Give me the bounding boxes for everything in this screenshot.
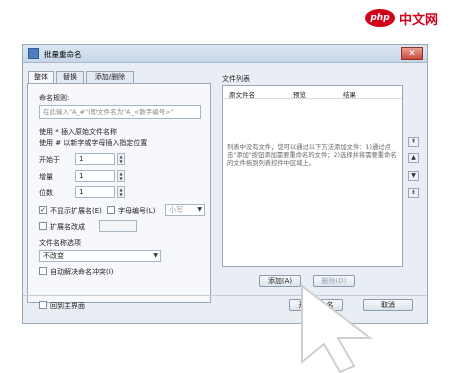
auto-resolve-checkbox[interactable] [39, 267, 47, 275]
watermark: php 中文网 [365, 6, 445, 30]
digits-input[interactable]: 1 [75, 186, 115, 198]
letter-case-select[interactable]: 小写 ▼ [165, 204, 205, 216]
filename-case-value: 不改变 [43, 252, 64, 260]
start-input[interactable]: 1 [75, 153, 115, 165]
watermark-logo: php [365, 9, 395, 27]
start-stepper[interactable]: ▲ ▼ [117, 153, 125, 165]
extension-input[interactable] [99, 220, 137, 232]
file-list-title: 文件列表 [222, 75, 250, 83]
move-top-button[interactable]: ⇞ [408, 137, 419, 147]
mouse-pointer-icon [301, 283, 373, 373]
digits-stepper[interactable]: ▲ ▼ [117, 186, 125, 198]
empty-list-hint: 列表中没有文件，您可以通过以下方法添加文件：1)通过点击"添加"按钮添加需要重命… [227, 144, 397, 167]
filename-case-select[interactable]: 不改变 ▼ [39, 250, 161, 262]
letter-numbering-checkbox[interactable] [107, 206, 115, 214]
down-arrow-icon[interactable]: ▼ [118, 159, 124, 164]
extension-label: 扩展名改成 [50, 223, 85, 231]
window-title: 批量重命名 [44, 50, 82, 59]
letter-numbering-label: 字母编号(L) [118, 207, 156, 215]
keep-ext-checkbox[interactable]: ✓ [39, 206, 47, 214]
usage-star-text: 使用 * 插入原始文件名称 [39, 128, 117, 136]
tab-replace[interactable]: 替换 [56, 71, 84, 83]
chevron-down-icon: ▼ [153, 252, 158, 259]
increment-label: 增量 [39, 173, 53, 181]
close-button[interactable]: ✕ [401, 47, 423, 60]
return-main-checkbox[interactable] [39, 301, 47, 309]
rename-rule-input[interactable]: 在此输入"A_#"(即文件名为"A_<数字编号>" [39, 105, 201, 119]
auto-resolve-label: 自动解决命名冲突(I) [50, 268, 114, 276]
tab-add-delete[interactable]: 添加/删除 [86, 71, 134, 83]
increment-stepper[interactable]: ▲ ▼ [117, 170, 125, 182]
increment-input[interactable]: 1 [75, 170, 115, 182]
letter-case-value: 小写 [169, 206, 183, 214]
move-up-button[interactable]: ▲ [408, 153, 419, 163]
move-bottom-button[interactable]: ⇟ [408, 188, 419, 198]
usage-hash-text: 使用 # 以新字或字母插入指定位置 [39, 139, 148, 147]
start-label: 开始于 [39, 156, 60, 164]
app-icon [28, 48, 39, 59]
watermark-text: 中文网 [399, 12, 439, 28]
extension-checkbox[interactable] [39, 222, 47, 230]
return-main-label: 回到主界面 [50, 302, 85, 310]
header-divider [223, 98, 402, 99]
move-down-button[interactable]: ▼ [408, 171, 419, 181]
digits-label: 位数 [39, 189, 53, 197]
filename-case-label: 文件名称选项 [39, 239, 81, 247]
down-arrow-icon[interactable]: ▼ [118, 176, 124, 181]
title-bar: 批量重命名 ✕ [23, 45, 427, 63]
keep-ext-label: 不显示扩展名(E) [50, 207, 102, 215]
down-arrow-icon[interactable]: ▼ [118, 192, 124, 197]
rename-rule-label: 命名规则: [39, 94, 70, 102]
file-list[interactable]: 原文件名 预览 结果 列表中没有文件，您可以通过以下方法添加文件：1)通过点击"… [222, 85, 403, 267]
chevron-down-icon: ▼ [197, 206, 202, 213]
